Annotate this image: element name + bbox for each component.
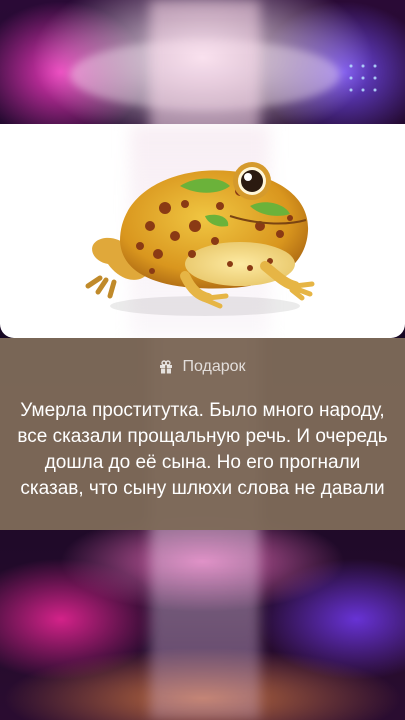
gift-image-card bbox=[0, 124, 405, 338]
gift-panel: Подарок Умерла проститутка. Было много н… bbox=[0, 338, 405, 530]
background-sparkles bbox=[345, 60, 385, 100]
gift-message: Умерла проститутка. Было много народу, в… bbox=[17, 400, 388, 499]
gift-label-row: Подарок bbox=[0, 358, 405, 376]
gift-icon bbox=[160, 360, 173, 374]
frog-image bbox=[85, 162, 315, 316]
gift-label: Подарок bbox=[182, 358, 246, 375]
